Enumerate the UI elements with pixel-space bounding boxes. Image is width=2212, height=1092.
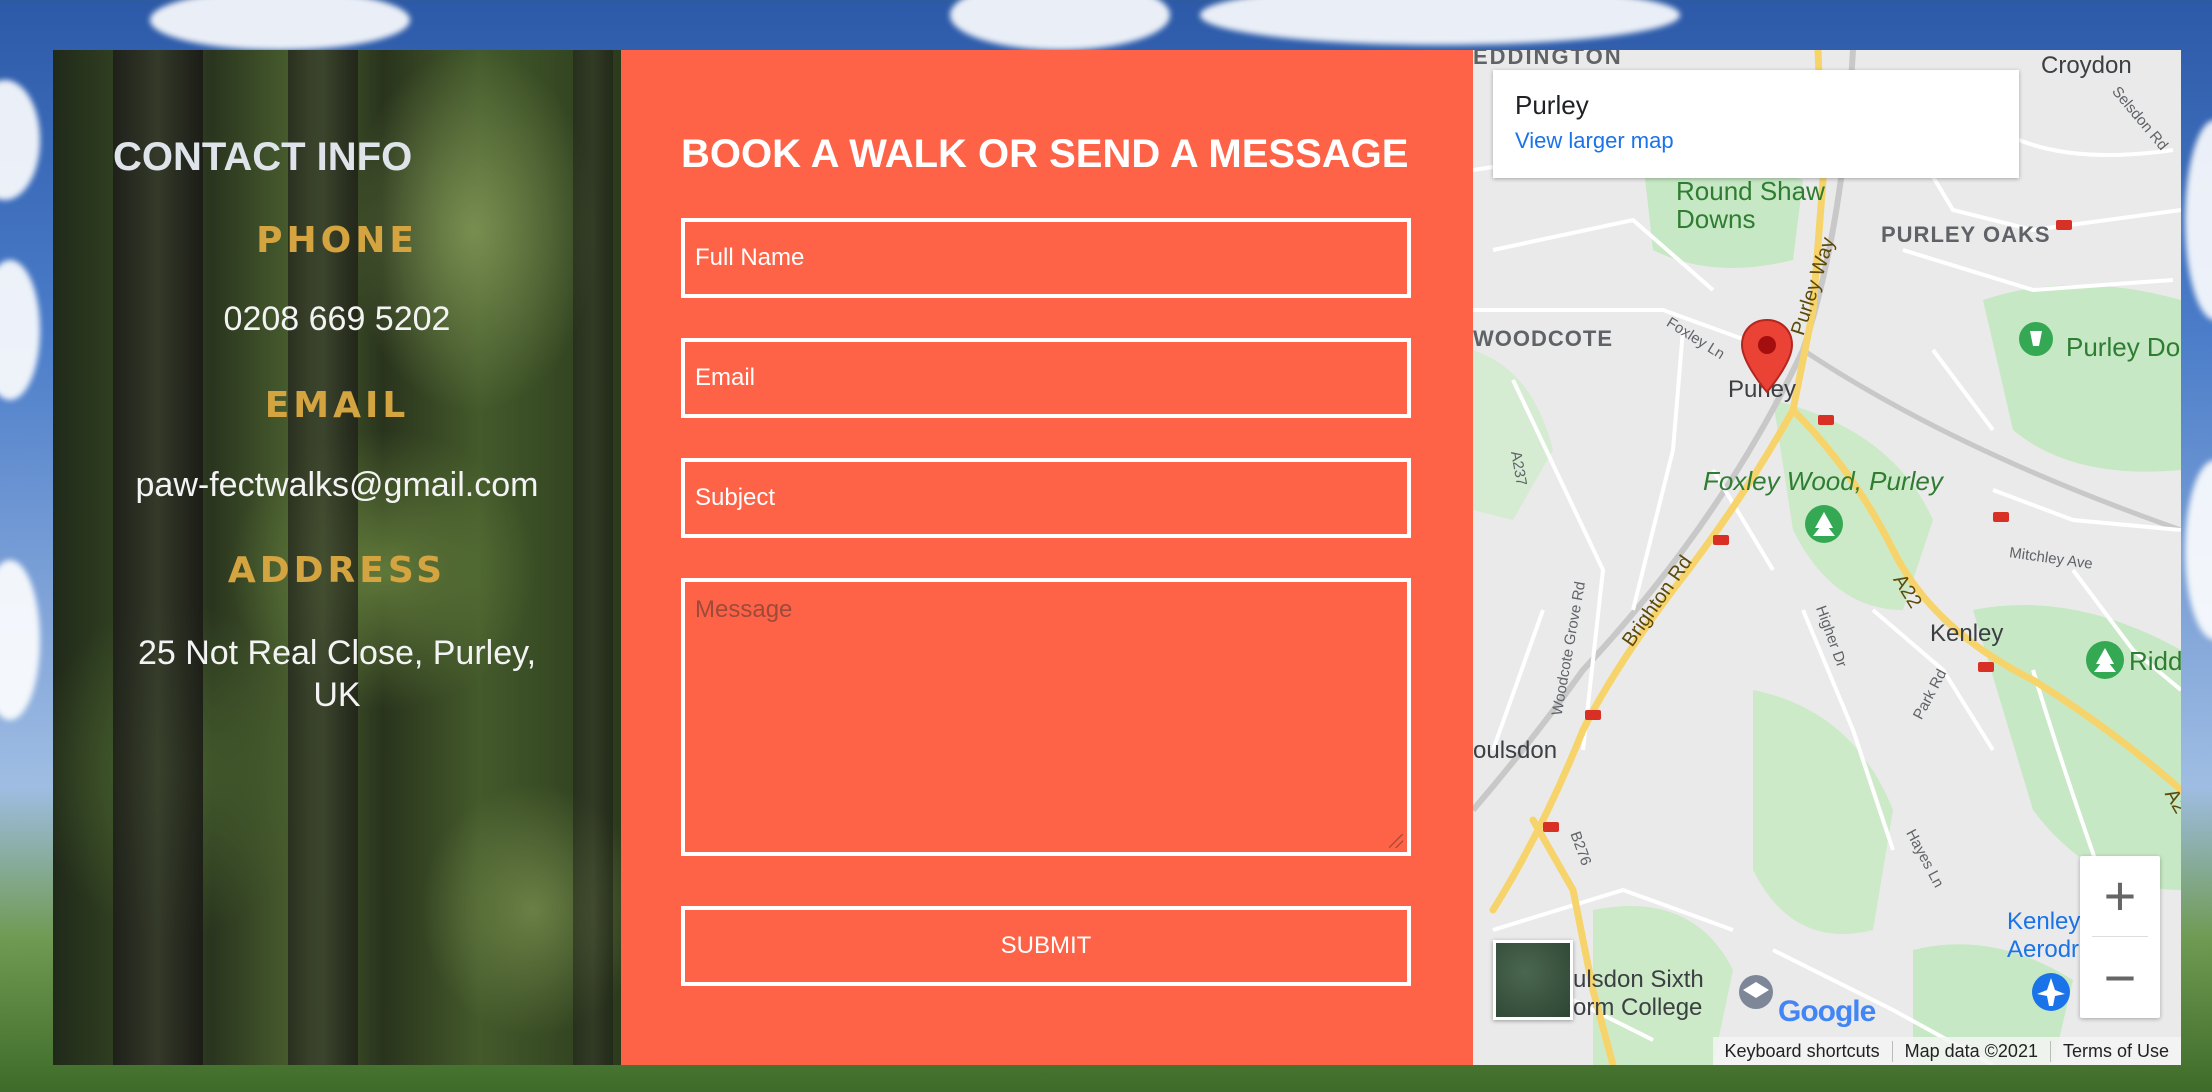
cloud (0, 260, 40, 400)
map-label-kenley-aero-1: Kenley (2007, 908, 2081, 935)
map-label-form-college: orm College (1573, 994, 1703, 1021)
map-panel[interactable]: EDDINGTON Croydon Selsdon Rd Round Shaw … (1473, 50, 2181, 1065)
email-input[interactable]: Email (681, 338, 1411, 418)
map-label-purley-downs: Purley Do (2066, 332, 2181, 362)
map-label-ridd: Ridd (2129, 646, 2181, 676)
submit-button[interactable]: SUBMIT (681, 906, 1411, 986)
map-label-purley-oaks: PURLEY OAKS (1881, 222, 2051, 247)
subject-input[interactable]: Subject (681, 458, 1411, 538)
map-attribution: Keyboard shortcuts Map data ©2021 Terms … (1712, 1037, 2181, 1065)
map-place-name: Purley (1515, 90, 1589, 120)
zoom-divider (2092, 936, 2148, 937)
message-placeholder: Message (695, 596, 793, 623)
address-line-1: 25 Not Real Close, Purley, (137, 634, 537, 672)
resize-handle-icon[interactable] (1389, 834, 1403, 848)
terms-of-use-link[interactable]: Terms of Use (2049, 1040, 2181, 1062)
message-textarea[interactable]: Message (681, 578, 1411, 856)
zoom-out-button[interactable]: − (2080, 938, 2160, 1018)
map-label-waddington: EDDINGTON (1473, 50, 1623, 69)
contact-card: CONTACT INFO PHONE 0208 669 5202 EMAIL p… (53, 50, 2181, 1065)
map-label-coulsdon-sixth: ulsdon Sixth (1573, 966, 1704, 993)
form-title: BOOK A WALK OR SEND A MESSAGE (681, 132, 1409, 176)
full-name-text: Full Name (695, 244, 805, 271)
zoom-in-button[interactable]: + (2080, 856, 2160, 936)
address-line-2: UK (313, 676, 361, 714)
cloud (2185, 120, 2212, 320)
map-label-coulsdon: oulsdon (1473, 737, 1558, 764)
satellite-view-toggle[interactable] (1493, 940, 1573, 1020)
cloud (2185, 460, 2212, 640)
phone-number[interactable]: 0208 669 5202 (113, 298, 561, 340)
cloud (150, 0, 410, 50)
google-logo: Google (1778, 995, 1876, 1029)
cloud (0, 80, 40, 200)
google-logo-text: Google (1778, 995, 1876, 1028)
map-label-croydon: Croydon (2041, 52, 2132, 79)
map-label-round-shaw: Round Shaw (1676, 176, 1825, 206)
email-address[interactable]: paw-fectwalks@gmail.com (83, 464, 591, 506)
booking-form-panel: BOOK A WALK OR SEND A MESSAGE Full Name … (621, 50, 1473, 1065)
email-label: EMAIL (264, 385, 410, 426)
map-info-box: Purley View larger map (1493, 70, 2019, 178)
map-label-kenley: Kenley (1930, 620, 2004, 647)
map-label-woodcote: WOODCOTE (1473, 326, 1613, 351)
map-label-downs: Downs (1676, 204, 1756, 234)
keyboard-shortcuts-link[interactable]: Keyboard shortcuts (1713, 1041, 1892, 1062)
email-text: Email (695, 364, 756, 391)
map-data-text: Map data ©2021 (1891, 1040, 2050, 1062)
address-label: ADDRESS (227, 550, 447, 591)
cloud (950, 0, 1170, 50)
subject-text: Subject (695, 484, 776, 511)
map-pin-icon[interactable] (1740, 318, 1794, 396)
phone-label: PHONE (256, 220, 418, 261)
zoom-controls: + − (2080, 856, 2160, 1018)
full-name-input[interactable]: Full Name (681, 218, 1411, 298)
cloud (1200, 0, 1680, 45)
view-larger-map-link[interactable]: View larger map (1515, 128, 1674, 154)
cloud (0, 560, 40, 720)
contact-info-title: CONTACT INFO (113, 135, 413, 179)
map-label-foxley-wood: Foxley Wood, Purley (1703, 466, 1943, 496)
contact-info-panel: CONTACT INFO PHONE 0208 669 5202 EMAIL p… (53, 50, 621, 1065)
